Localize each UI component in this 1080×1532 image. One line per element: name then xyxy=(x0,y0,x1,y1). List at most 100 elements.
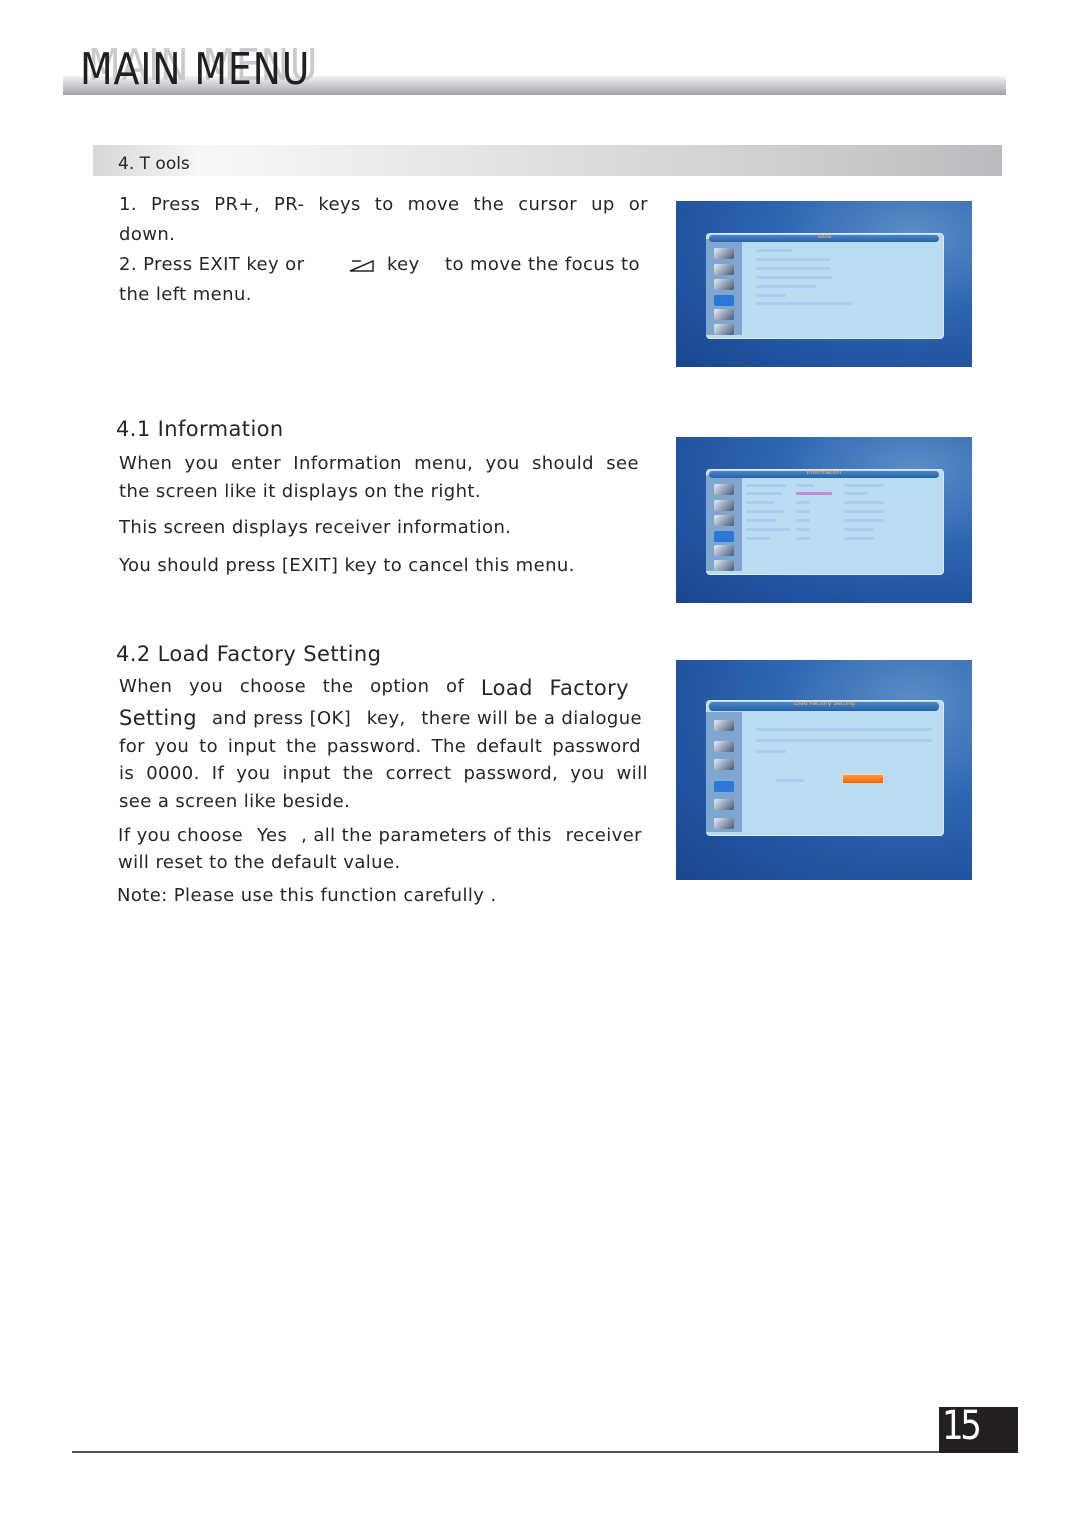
menu-item xyxy=(756,267,830,270)
info-row xyxy=(796,484,814,487)
text: up xyxy=(591,194,615,215)
text: to xyxy=(374,194,394,215)
text: key, xyxy=(366,708,406,729)
text: Yes xyxy=(256,825,288,846)
text: the xyxy=(473,194,505,215)
game-icon xyxy=(714,309,734,320)
section-title: 4. T ools xyxy=(118,154,190,174)
info-row xyxy=(746,510,784,513)
info-row xyxy=(844,510,884,513)
text: If xyxy=(211,763,225,784)
text: keys xyxy=(318,194,361,215)
page-title: MAIN MENU xyxy=(80,44,311,95)
factory-p1-line5: see a screen like beside. xyxy=(119,791,351,812)
info-row xyxy=(796,519,810,522)
menu-item xyxy=(756,294,786,297)
tools-menu-screenshot: Tools xyxy=(676,201,972,367)
game-icon xyxy=(714,545,734,556)
text: you xyxy=(154,736,190,757)
text: When xyxy=(119,676,173,697)
info-row xyxy=(796,492,832,495)
factory-p2-line2: will reset to the default value. xyxy=(118,852,401,873)
text: or xyxy=(628,194,648,215)
text: default xyxy=(476,736,543,757)
page-number: 15 xyxy=(942,1403,982,1449)
info-row xyxy=(746,528,790,531)
text: you xyxy=(570,763,605,784)
tv-icon xyxy=(714,484,734,495)
menu-item xyxy=(756,249,792,252)
dialog-no-button xyxy=(776,779,804,782)
text: When xyxy=(119,453,173,474)
text: the xyxy=(342,763,374,784)
information-p1-line2: the screen like it displays on the right… xyxy=(119,481,482,502)
text: there will be a dialogue xyxy=(421,708,642,729)
satellite-icon xyxy=(714,741,734,752)
text: PR- xyxy=(274,194,305,215)
information-p1-line1: When you enter Information menu, you sho… xyxy=(119,453,639,474)
settings-icon xyxy=(714,759,734,770)
text: see xyxy=(606,453,639,474)
text: the xyxy=(322,676,354,697)
info-row xyxy=(746,484,786,487)
menu-item xyxy=(756,258,830,261)
info-title: Information xyxy=(806,469,842,476)
media-icon xyxy=(714,560,734,571)
information-p3: You should press [EXIT] key to cancel th… xyxy=(119,555,575,576)
factory-dialog-screenshot: Load Factory Setting xyxy=(676,660,972,880)
information-screenshot: Information xyxy=(676,437,972,603)
factory-p1-line1: When you choose the option of Load Facto… xyxy=(119,676,629,700)
factory-title: Load Factory Setting xyxy=(793,700,855,707)
text: cursor xyxy=(518,194,578,215)
menu-title: Tools xyxy=(816,233,832,240)
text: is xyxy=(119,763,135,784)
text: Load xyxy=(480,676,533,700)
dialog-yes-button xyxy=(842,774,884,784)
info-row xyxy=(746,537,770,540)
media-icon xyxy=(714,324,734,335)
footer-rule xyxy=(72,1451,1016,1453)
text: receiver xyxy=(565,825,642,846)
information-p2: This screen displays receiver informatio… xyxy=(119,517,512,538)
text: input xyxy=(227,736,277,757)
text: you xyxy=(485,453,520,474)
menu-item xyxy=(756,276,832,279)
info-row xyxy=(844,528,874,531)
tools-icon xyxy=(714,531,734,542)
text: 1. xyxy=(119,194,137,215)
section-bar xyxy=(93,145,1002,176)
factory-p1-line4: is 0000. If you input the correct passwo… xyxy=(119,763,648,784)
back-key-icon xyxy=(349,259,374,272)
info-row xyxy=(796,537,810,540)
text: you xyxy=(188,676,224,697)
factory-p1-line2: and press [OK] key, there will be a dial… xyxy=(212,708,642,729)
info-row xyxy=(844,492,868,495)
menu-titlebar: Tools xyxy=(709,233,939,242)
text: menu, xyxy=(414,453,474,474)
text: If you choose xyxy=(118,825,244,846)
text: Information xyxy=(293,453,402,474)
tools-step2-key: key xyxy=(387,254,420,275)
info-row xyxy=(796,501,810,504)
tools-icon xyxy=(714,781,734,792)
text: will xyxy=(616,763,648,784)
tv-icon xyxy=(714,720,734,731)
dialog-message xyxy=(756,750,786,753)
text: of xyxy=(446,676,465,697)
factory-setting-word: Setting xyxy=(119,706,197,730)
text: PR+, xyxy=(214,194,261,215)
factory-p1-line3: for you to input the password. The defau… xyxy=(119,736,641,757)
info-row xyxy=(844,519,884,522)
text: , all the parameters of this xyxy=(301,825,552,846)
text: option xyxy=(370,676,430,697)
text: you xyxy=(236,763,271,784)
info-row xyxy=(796,528,810,531)
dialog-message xyxy=(756,739,932,742)
information-heading: 4.1 Information xyxy=(116,417,284,441)
text: The xyxy=(431,736,467,757)
satellite-icon xyxy=(714,500,734,511)
text: to xyxy=(199,736,218,757)
text: 0000. xyxy=(146,763,200,784)
text: should xyxy=(531,453,594,474)
text: choose xyxy=(239,676,307,697)
